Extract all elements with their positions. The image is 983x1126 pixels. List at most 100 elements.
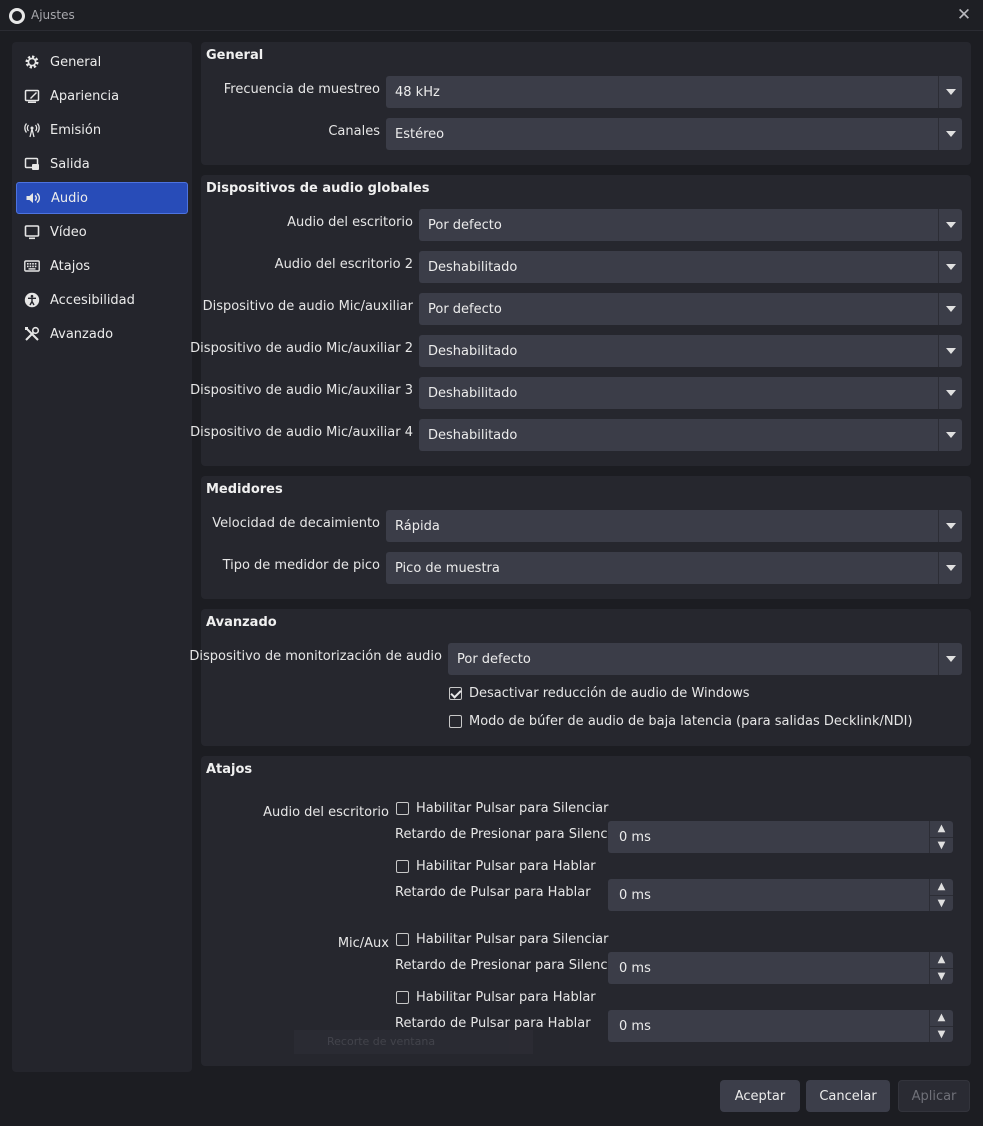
hotkeys-group: Atajos Audio del escritorio Habilitar Pu… — [201, 756, 971, 1066]
device-value: Deshabilitado — [428, 343, 518, 359]
chevron-down-icon — [938, 118, 962, 150]
appearance-icon — [24, 88, 40, 104]
mic-aux-2-select[interactable]: Deshabilitado — [419, 335, 962, 367]
chevron-down-icon[interactable]: ▼ — [929, 1026, 953, 1042]
sample-rate-label: Frecuencia de muestreo — [223, 82, 380, 97]
device-label: Dispositivo de audio Mic/auxiliar 3 — [190, 383, 413, 398]
group-title: General — [206, 48, 264, 63]
device-value: Por defecto — [428, 301, 502, 317]
sidebar-item-audio[interactable]: Audio — [16, 182, 188, 214]
chevron-up-icon[interactable]: ▲ — [929, 952, 953, 969]
sidebar-item-label: Atajos — [50, 258, 91, 274]
mic-aux-3-select[interactable]: Deshabilitado — [419, 377, 962, 409]
group-title: Dispositivos de audio globales — [206, 181, 430, 196]
device-label: Audio del escritorio — [287, 215, 413, 230]
apply-button[interactable]: Aplicar — [898, 1080, 970, 1112]
push-to-mute-checkbox[interactable]: Habilitar Pulsar para Silenciar — [396, 932, 609, 947]
advanced-group: Avanzado Dispositivo de monitorización d… — [189, 609, 971, 746]
chevron-down-icon — [938, 377, 962, 409]
checkbox-icon — [396, 991, 409, 1004]
push-to-talk-delay-spinbox[interactable]: 0 ms ▲ ▼ — [608, 1010, 953, 1042]
chevron-up-icon[interactable]: ▲ — [929, 1010, 953, 1027]
mic-aux-select[interactable]: Por defecto — [419, 293, 962, 325]
checkbox-icon — [396, 802, 409, 815]
spin-value: 0 ms — [619, 960, 651, 976]
chevron-down-icon — [938, 335, 962, 367]
sidebar-item-atajos[interactable]: Atajos — [16, 250, 188, 282]
chevron-down-icon — [938, 419, 962, 451]
chevron-down-icon — [938, 510, 962, 542]
desktop-audio-2-select[interactable]: Deshabilitado — [419, 251, 962, 283]
push-to-mute-delay-label: Retardo de Presionar para Silenciar — [395, 827, 625, 842]
title-bar: Ajustes ✕ — [0, 0, 983, 31]
monitor-icon — [24, 224, 40, 240]
peak-meter-value: Pico de muestra — [395, 560, 500, 576]
sidebar-item-label: Accesibilidad — [50, 292, 135, 308]
keyboard-icon — [24, 258, 40, 274]
obs-logo-icon — [9, 8, 25, 24]
decay-rate-select[interactable]: Rápida — [386, 510, 962, 542]
device-value: Deshabilitado — [428, 385, 518, 401]
chevron-down-icon[interactable]: ▼ — [929, 837, 953, 853]
monitoring-device-value: Por defecto — [457, 651, 531, 667]
checkbox-icon — [396, 933, 409, 946]
sidebar-item-label: Audio — [51, 190, 88, 206]
push-to-mute-delay-spinbox[interactable]: 0 ms ▲ ▼ — [608, 821, 953, 853]
push-to-talk-checkbox[interactable]: Habilitar Pulsar para Hablar — [396, 859, 596, 874]
monitoring-device-select[interactable]: Por defecto — [448, 643, 962, 675]
chevron-down-icon — [938, 76, 962, 108]
sidebar-item-emision[interactable]: Emisión — [16, 114, 188, 146]
sample-rate-select[interactable]: 48 kHz — [386, 76, 962, 108]
chevron-up-icon[interactable]: ▲ — [929, 879, 953, 896]
device-label: Audio del escritorio 2 — [274, 257, 413, 272]
chevron-down-icon[interactable]: ▼ — [929, 968, 953, 984]
cancel-button[interactable]: Cancelar — [806, 1080, 890, 1112]
spin-value: 0 ms — [619, 1018, 651, 1034]
spin-value: 0 ms — [619, 887, 651, 903]
mic-aux-4-select[interactable]: Deshabilitado — [419, 419, 962, 451]
channels-select[interactable]: Estéreo — [386, 118, 962, 150]
close-icon[interactable]: ✕ — [953, 4, 975, 26]
broadcast-icon — [24, 122, 40, 138]
disable-ducking-checkbox[interactable]: Desactivar reducción de audio de Windows — [449, 686, 749, 701]
sidebar-item-label: Vídeo — [50, 224, 87, 240]
group-title: Atajos — [206, 762, 253, 777]
window-title: Ajustes — [31, 8, 75, 22]
chevron-down-icon[interactable]: ▼ — [929, 895, 953, 911]
sidebar-item-avanzado[interactable]: Avanzado — [16, 318, 188, 350]
push-to-talk-delay-spinbox[interactable]: 0 ms ▲ ▼ — [608, 879, 953, 911]
accessibility-icon — [24, 292, 40, 308]
low-latency-label: Modo de búfer de audio de baja latencia … — [469, 714, 913, 729]
push-to-mute-checkbox[interactable]: Habilitar Pulsar para Silenciar — [396, 801, 609, 816]
push-to-mute-delay-spinbox[interactable]: 0 ms ▲ ▼ — [608, 952, 953, 984]
chevron-down-icon — [938, 643, 962, 675]
sidebar-item-salida[interactable]: Salida — [16, 148, 188, 180]
device-value: Deshabilitado — [428, 259, 518, 275]
chevron-up-icon[interactable]: ▲ — [929, 821, 953, 838]
hotkey-source-name: Audio del escritorio — [263, 805, 389, 820]
push-to-talk-checkbox[interactable]: Habilitar Pulsar para Hablar — [396, 990, 596, 1005]
sidebar-item-label: Avanzado — [50, 326, 114, 342]
device-label: Dispositivo de audio Mic/auxiliar — [202, 299, 413, 314]
accept-button[interactable]: Aceptar — [720, 1080, 800, 1112]
disable-ducking-label: Desactivar reducción de audio de Windows — [469, 686, 750, 701]
push-to-talk-delay-label: Retardo de Pulsar para Hablar — [395, 885, 591, 900]
global-audio-devices-group: Dispositivos de audio globales Audio del… — [190, 175, 971, 466]
meters-group: Medidores Velocidad de decaimiento Rápid… — [201, 476, 971, 599]
device-value: Deshabilitado — [428, 427, 518, 443]
sidebar-item-general[interactable]: General — [16, 46, 188, 78]
sidebar-item-video[interactable]: Vídeo — [16, 216, 188, 248]
push-to-mute-label: Habilitar Pulsar para Silenciar — [416, 932, 609, 947]
push-to-mute-label: Habilitar Pulsar para Silenciar — [416, 801, 609, 816]
desktop-audio-select[interactable]: Por defecto — [419, 209, 962, 241]
chevron-down-icon — [938, 293, 962, 325]
peak-meter-select[interactable]: Pico de muestra — [386, 552, 962, 584]
checkbox-icon — [449, 715, 462, 728]
chevron-down-icon — [938, 552, 962, 584]
device-value: Por defecto — [428, 217, 502, 233]
channels-value: Estéreo — [395, 126, 445, 142]
sidebar-item-apariencia[interactable]: Apariencia — [16, 80, 188, 112]
peak-meter-label: Tipo de medidor de pico — [222, 558, 380, 573]
low-latency-checkbox[interactable]: Modo de búfer de audio de baja latencia … — [449, 714, 913, 729]
sidebar-item-accesibilidad[interactable]: Accesibilidad — [16, 284, 188, 316]
